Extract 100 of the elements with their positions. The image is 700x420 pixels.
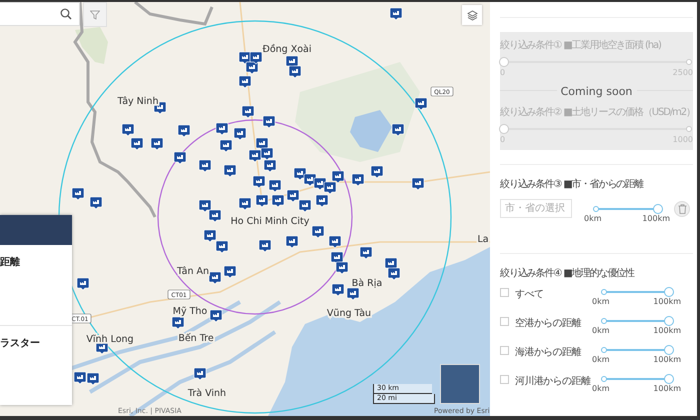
overview-map-placeholder[interactable] (440, 364, 480, 404)
factory-marker-icon[interactable] (316, 194, 328, 208)
factory-marker-icon[interactable] (208, 210, 222, 222)
factory-marker-icon[interactable] (264, 160, 276, 172)
factory-marker-icon[interactable] (260, 148, 274, 160)
factory-marker-icon[interactable] (288, 66, 302, 78)
factory-marker-icon[interactable] (388, 268, 400, 280)
layers-button[interactable] (462, 5, 482, 25)
factory-marker-icon[interactable] (74, 372, 86, 384)
factory-marker-icon[interactable] (216, 240, 228, 254)
place-label: Đồng Xoài (262, 44, 312, 55)
factory-marker-icon[interactable] (130, 138, 144, 150)
factory-marker-icon[interactable] (178, 124, 190, 138)
factory-marker-icon[interactable] (150, 138, 164, 150)
checkbox[interactable] (500, 288, 509, 297)
factory-marker-icon[interactable] (210, 310, 222, 322)
factory-marker-icon[interactable] (262, 116, 276, 128)
factory-marker-icon[interactable] (234, 128, 246, 140)
factory-marker-icon[interactable] (198, 200, 212, 212)
factory-marker-icon[interactable] (390, 8, 402, 20)
checkbox-label: 河川港からの距離 (515, 374, 590, 388)
factory-marker-icon[interactable] (90, 196, 102, 210)
place-label: Ho Chi Minh City (230, 216, 310, 227)
factory-marker-icon[interactable] (208, 272, 222, 284)
factory-marker-icon[interactable] (268, 180, 282, 192)
factory-marker-icon[interactable] (242, 106, 254, 118)
place-label: Trà Vinh (188, 388, 226, 399)
factory-marker-icon[interactable] (328, 236, 342, 248)
search-icon[interactable] (60, 8, 72, 20)
checkbox[interactable] (500, 375, 509, 384)
slider-min-label: 0km (584, 214, 602, 223)
factory-marker-icon[interactable] (392, 124, 404, 136)
layers-icon (466, 10, 478, 20)
factory-marker-icon[interactable] (238, 76, 252, 88)
slider-handle[interactable] (593, 206, 599, 212)
slider-handle[interactable] (664, 287, 674, 297)
filter-title: 絞り込み条件② ■土地リースの価格（USD/m2） (500, 106, 693, 119)
coming-soon-label: Coming soon (556, 85, 636, 98)
place-label: Tân An (176, 266, 210, 277)
factory-marker-icon[interactable] (272, 194, 284, 208)
slider-handle[interactable] (601, 289, 607, 295)
slider-handle[interactable] (601, 347, 607, 353)
panel-header (0, 215, 72, 245)
slider-min-label: 0km (592, 355, 610, 364)
factory-marker-icon[interactable] (336, 262, 348, 274)
delete-button[interactable] (674, 201, 690, 217)
factory-marker-icon[interactable] (258, 240, 272, 252)
factory-marker-icon[interactable] (298, 200, 312, 212)
factory-marker-icon[interactable] (332, 284, 344, 296)
factory-marker-icon[interactable] (72, 188, 84, 200)
place-label: La (477, 234, 489, 245)
factory-marker-icon[interactable] (216, 122, 228, 136)
factory-marker-icon[interactable] (312, 226, 324, 238)
checkbox[interactable] (500, 317, 509, 326)
factory-marker-icon[interactable] (86, 372, 100, 386)
factory-marker-icon[interactable] (224, 266, 236, 278)
slider-max-label: 100km (653, 384, 681, 393)
slider-handle[interactable] (601, 376, 607, 382)
factory-marker-icon[interactable] (256, 194, 268, 208)
factory-marker-icon[interactable] (414, 98, 428, 110)
slider-handle[interactable] (664, 345, 674, 355)
search-field[interactable] (0, 2, 80, 26)
factory-marker-icon[interactable] (198, 160, 212, 172)
factory-marker-icon[interactable] (248, 150, 262, 162)
factory-marker-icon[interactable] (238, 198, 252, 210)
checkbox-label: 海港からの距離 (515, 346, 581, 359)
factory-marker-icon[interactable] (220, 140, 232, 152)
factory-marker-icon[interactable] (194, 368, 206, 380)
checkbox-label: 空港からの距離 (515, 316, 581, 330)
factory-marker-icon[interactable] (370, 166, 384, 178)
slider-handle[interactable] (664, 316, 674, 326)
place-label: Tây Ninh (118, 96, 158, 107)
slider-handle[interactable] (653, 204, 663, 214)
place-label: Vũng Tàu (326, 308, 372, 319)
place-label: Bến Tre (178, 333, 214, 344)
factory-marker-icon[interactable] (332, 170, 344, 184)
factory-marker-icon[interactable] (360, 246, 372, 260)
factory-marker-icon[interactable] (250, 52, 262, 64)
slider-handle[interactable] (686, 126, 692, 132)
factory-marker-icon[interactable] (76, 278, 90, 290)
factory-marker-icon[interactable] (286, 236, 298, 248)
checkbox[interactable] (500, 346, 509, 355)
factory-marker-icon[interactable] (172, 316, 184, 330)
factory-marker-icon[interactable] (224, 164, 236, 178)
factory-marker-icon[interactable] (122, 124, 134, 136)
factory-marker-icon[interactable] (412, 178, 424, 190)
factory-marker-icon[interactable] (346, 288, 360, 300)
city-select-field[interactable]: 市・省の選択 (500, 199, 572, 218)
slider-handle[interactable] (664, 374, 674, 384)
factory-marker-icon[interactable] (352, 174, 364, 186)
factory-marker-icon[interactable] (252, 176, 266, 188)
factory-marker-icon[interactable] (204, 230, 216, 242)
place-label: Vĩnh Long (86, 334, 134, 345)
factory-marker-icon[interactable] (174, 152, 186, 164)
factory-marker-icon[interactable] (324, 182, 336, 194)
panel-text: 距離 (0, 256, 21, 269)
factory-marker-icon[interactable] (286, 190, 300, 202)
factory-marker-icon[interactable] (96, 342, 108, 354)
slider-min-label: 0km (592, 326, 610, 335)
slider-handle[interactable] (601, 318, 607, 324)
